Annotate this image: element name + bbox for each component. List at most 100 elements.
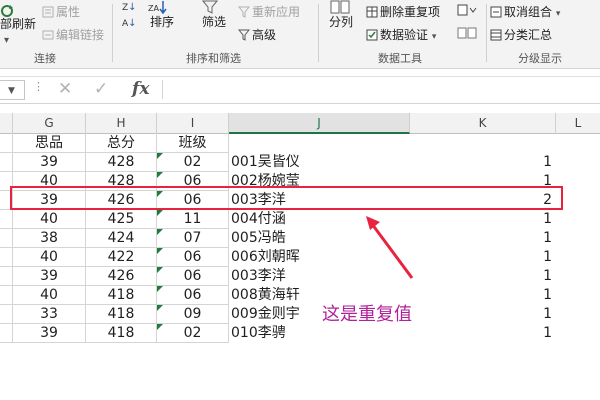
table-cell[interactable]: 06 [157,248,229,267]
column-header-l[interactable]: L [556,113,600,134]
data-validation-label: 数据验证 [380,28,429,42]
column-header-j[interactable]: J [229,113,410,134]
table-cell[interactable]: 010李骋 [229,324,410,343]
advanced-button[interactable]: 高级 [237,27,276,43]
sort-az-icon[interactable]: Z↓ A↓ [122,0,137,32]
table-cell[interactable] [0,324,13,343]
properties-button[interactable]: 属性 [42,4,80,20]
table-cell[interactable]: 39 [13,267,86,286]
refresh-all-label[interactable]: 部刷新 [0,16,36,32]
cancel-icon[interactable]: ✕ [58,79,72,99]
table-cell[interactable]: 40 [13,248,86,267]
table-cell[interactable] [229,133,410,153]
table-cell[interactable]: 06 [157,286,229,305]
table-cell[interactable]: 1 [410,305,556,324]
cell-value: 40 [40,211,58,227]
table-cell[interactable]: 09 [157,305,229,324]
table-cell[interactable]: 1 [410,210,556,229]
table-cell[interactable]: 06 [157,267,229,286]
table-cell[interactable] [410,133,556,153]
table-cell[interactable]: 07 [157,229,229,248]
column-header-i[interactable]: I [157,113,229,134]
table-cell[interactable] [0,267,13,286]
header-cell-i[interactable]: 班级 [157,133,229,153]
data-validation-icon [366,29,378,41]
table-cell[interactable] [0,133,13,153]
table-cell[interactable]: 422 [86,248,157,267]
column-header-k[interactable]: K [410,113,556,134]
table-cell[interactable]: 11 [157,210,229,229]
cell-value: 1 [543,287,552,303]
column-header-g[interactable]: G [13,113,86,134]
table-cell[interactable]: 418 [86,286,157,305]
text-to-columns-button[interactable]: 分列 [329,14,353,30]
reapply-button[interactable]: 重新应用 [237,4,300,20]
table-cell[interactable] [0,248,13,267]
table-cell[interactable]: 418 [86,324,157,343]
divider [318,4,319,62]
table-cell[interactable] [0,286,13,305]
consolidate-icon[interactable] [457,27,477,43]
table-cell[interactable]: 1 [410,267,556,286]
properties-label: 属性 [56,5,81,19]
header-cell-h[interactable]: 总分 [86,133,157,153]
sort-button[interactable]: 排序 [150,14,174,30]
table-cell[interactable]: 33 [13,305,86,324]
table-cell[interactable]: 02 [157,153,229,172]
table-cell[interactable]: 39 [13,324,86,343]
cell-value: 009金则宇 [231,306,300,322]
table-cell[interactable]: 426 [86,267,157,286]
edit-links-button[interactable]: 编辑链接 [42,27,104,43]
table-cell[interactable] [0,305,13,324]
flash-fill-icon[interactable] [457,4,477,20]
table-cell[interactable]: 40 [13,210,86,229]
table-cell[interactable]: 424 [86,229,157,248]
data-validation-button[interactable]: 数据验证 ▾ [366,27,436,45]
column-header-h[interactable]: H [86,113,157,134]
filter-button[interactable]: 筛选 [202,14,226,30]
table-cell[interactable] [0,229,13,248]
formula-bar: ▼ ⋮ ✕ ✓ fx [0,76,600,104]
insert-function-button[interactable]: fx [132,79,149,99]
table-cell[interactable]: 1 [410,153,556,172]
sort-filter-group-label: 排序和筛选 [186,52,241,65]
cell-value: 424 [107,230,135,246]
column-header-partial[interactable] [0,113,13,134]
header-cell-g[interactable]: 思品 [13,133,86,153]
table-cell[interactable]: 425 [86,210,157,229]
table-cell[interactable]: 02 [157,324,229,343]
formula-input[interactable] [162,80,600,99]
cell-value: 1 [543,230,552,246]
table-cell[interactable]: 39 [13,153,86,172]
table-cell[interactable]: 001吴皆仪 [229,153,410,172]
error-indicator-icon [157,286,163,292]
table-cell[interactable]: 1 [410,248,556,267]
arrow-icon [366,216,414,279]
remove-duplicates-button[interactable]: 删除重复项 [366,4,440,20]
chevron-down-icon[interactable]: ▾ [556,9,561,19]
more-icon: ⋮ [33,80,44,93]
cell-value: 010李骋 [231,325,286,341]
name-box[interactable]: ▼ [0,80,25,100]
ungroup-button[interactable]: 取消组合 ▾ [490,4,560,22]
table-cell[interactable]: 428 [86,153,157,172]
edit-links-label: 编辑链接 [56,28,105,42]
cell-value: 1 [543,325,552,341]
table-cell[interactable]: 1 [410,324,556,343]
error-indicator-icon [157,267,163,273]
chevron-down-icon[interactable]: ▾ [4,33,9,49]
cell-value: 422 [107,249,135,265]
error-indicator-icon [157,153,163,159]
enter-icon[interactable]: ✓ [94,79,108,99]
table-cell[interactable]: 1 [410,229,556,248]
subtotal-button[interactable]: 分类汇总 [490,27,552,43]
chevron-down-icon[interactable]: ▼ [8,86,15,96]
table-cell[interactable]: 418 [86,305,157,324]
table-cell[interactable]: 1 [410,286,556,305]
table-cell[interactable]: 38 [13,229,86,248]
chevron-down-icon[interactable]: ▾ [432,32,437,42]
table-cell[interactable]: 40 [13,286,86,305]
table-cell[interactable] [0,153,13,172]
table-cell[interactable] [0,210,13,229]
cell-value: 02 [183,325,202,341]
